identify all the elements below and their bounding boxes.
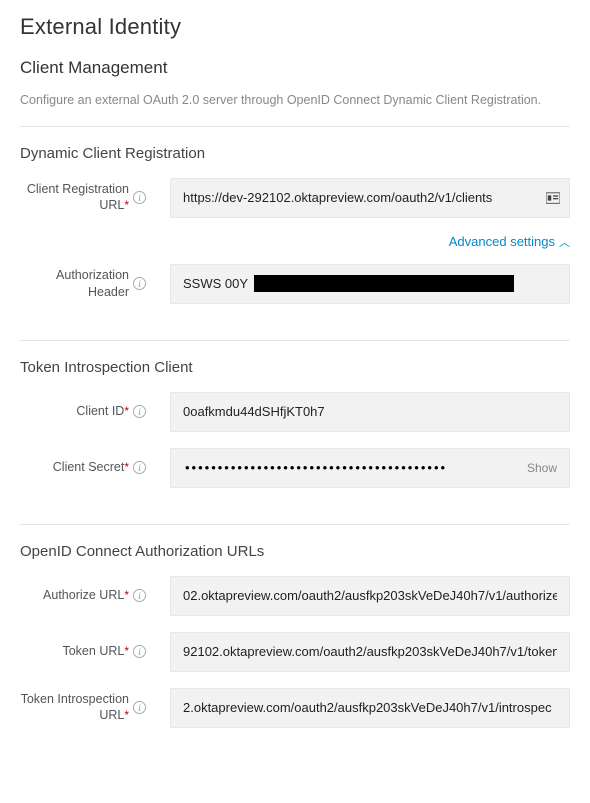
chevron-up-icon: ︿ (559, 234, 570, 250)
section-title-dcr: Dynamic Client Registration (20, 145, 570, 162)
show-secret-button[interactable]: Show (527, 461, 557, 475)
info-icon[interactable]: i (133, 405, 146, 418)
info-icon[interactable]: i (133, 701, 146, 714)
required-mark: * (124, 404, 129, 418)
label-token-url: Token URL* (62, 643, 129, 660)
input-authorize-url[interactable] (170, 576, 570, 616)
info-icon[interactable]: i (133, 645, 146, 658)
label-client-id: Client ID* (76, 403, 129, 420)
input-auth-header[interactable]: SSWS 00Y (170, 264, 570, 304)
label-authorize-url: Authorize URL* (43, 587, 129, 604)
redacted-value (254, 275, 514, 292)
advanced-settings-toggle[interactable]: Advanced settings ︿ (449, 234, 570, 250)
field-client-id: Client ID* i (20, 392, 570, 432)
page-subtitle: Client Management (20, 58, 570, 78)
label-registration-url: Client Registration URL* (20, 181, 129, 214)
required-mark: * (124, 588, 129, 602)
page-description: Configure an external OAuth 2.0 server t… (20, 92, 570, 110)
input-client-secret[interactable] (183, 459, 527, 476)
required-mark: * (124, 644, 129, 658)
section-title-introspection: Token Introspection Client (20, 359, 570, 376)
auth-header-prefix: SSWS 00Y (183, 276, 248, 291)
divider (20, 126, 570, 127)
required-mark: * (124, 460, 129, 474)
divider (20, 340, 570, 341)
field-registration-url: Client Registration URL* i (20, 178, 570, 218)
input-introspection-url[interactable] (170, 688, 570, 728)
field-introspection-url: Token Introspection URL* i (20, 688, 570, 728)
input-registration-url[interactable] (170, 178, 570, 218)
field-token-url: Token URL* i (20, 632, 570, 672)
contact-card-icon (546, 192, 560, 204)
input-client-id[interactable] (170, 392, 570, 432)
info-icon[interactable]: i (133, 277, 146, 290)
section-title-oidc: OpenID Connect Authorization URLs (20, 543, 570, 560)
field-authorize-url: Authorize URL* i (20, 576, 570, 616)
field-auth-header: Authorization Header i SSWS 00Y (20, 264, 570, 304)
info-icon[interactable]: i (133, 461, 146, 474)
info-icon[interactable]: i (133, 191, 146, 204)
input-token-url[interactable] (170, 632, 570, 672)
info-icon[interactable]: i (133, 589, 146, 602)
advanced-settings-label: Advanced settings (449, 234, 555, 249)
label-auth-header: Authorization Header (20, 267, 129, 300)
label-client-secret: Client Secret* (53, 459, 129, 476)
label-introspection-url: Token Introspection URL* (20, 691, 129, 724)
required-mark: * (124, 198, 129, 212)
page-title: External Identity (20, 14, 570, 40)
field-client-secret: Client Secret* i Show (20, 448, 570, 488)
divider (20, 524, 570, 525)
required-mark: * (124, 708, 129, 722)
